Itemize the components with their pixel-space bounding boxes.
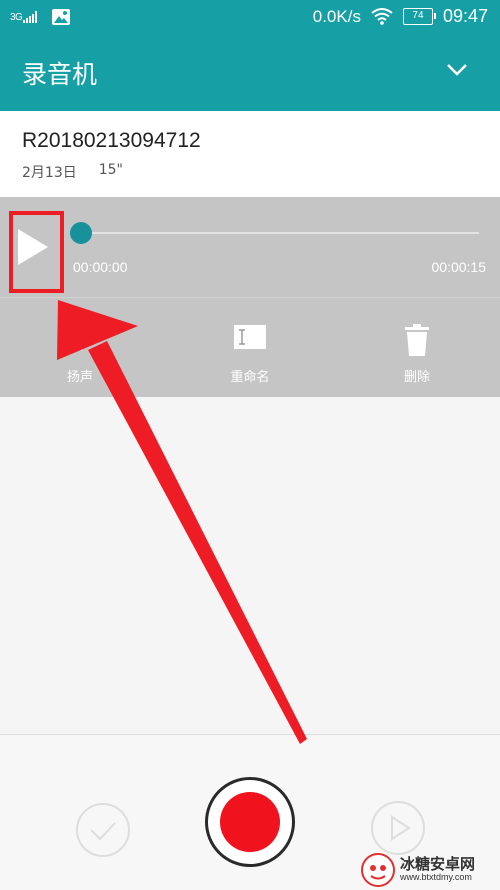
recording-duration: 15" (98, 162, 123, 178)
recording-item[interactable]: R20180213094712 2月13日 15" (0, 111, 500, 197)
signal-bars-icon (23, 11, 38, 23)
delete-label: 删除 (403, 370, 430, 385)
image-notification-icon (52, 9, 71, 25)
app-bar: 录音机 (0, 36, 500, 111)
seek-track[interactable] (84, 232, 479, 234)
trash-icon (405, 324, 429, 356)
record-icon (220, 792, 280, 852)
status-right: 0.0K/s 74 09:47 (313, 6, 488, 27)
status-left: 3G (10, 8, 71, 26)
total-time: 00:00:15 (431, 259, 487, 275)
current-time: 00:00:00 (73, 259, 128, 275)
play-outline-icon (391, 815, 411, 841)
chevron-down-icon[interactable] (446, 63, 468, 77)
network-speed: 0.0K/s (312, 6, 361, 26)
watermark-url: www.btxtdmy.com (400, 872, 472, 883)
watermark-name: 冰糖安卓网 (400, 855, 476, 874)
player-panel: 00:00:00 00:00:15 (0, 197, 500, 297)
recording-date: 2月13日 (22, 165, 77, 181)
delete-button[interactable]: 删除 (357, 298, 477, 398)
watermark-text: 冰糖安卓网 www.btxtdmy.com (400, 857, 475, 882)
play-recording-button[interactable] (371, 801, 425, 855)
confirm-button[interactable] (76, 803, 130, 857)
action-bar: 扬声 重命名 删除 (0, 297, 500, 397)
record-button[interactable] (205, 777, 295, 867)
rename-button[interactable]: 重命名 (190, 298, 310, 398)
status-bar: 3G 0.0K/s 74 09:47 (0, 0, 500, 36)
recordings-list-empty-area (0, 397, 500, 734)
wifi-icon (371, 8, 393, 25)
signal-icon: 3G (10, 11, 39, 23)
recording-name: R20180213094712 (22, 129, 201, 152)
app-title: 录音机 (22, 60, 98, 89)
check-icon (90, 822, 116, 841)
recording-meta: 2月13日 15" (22, 162, 123, 182)
speaker-icon (67, 327, 90, 351)
clock: 09:47 (442, 6, 488, 26)
rename-label: 重命名 (230, 370, 270, 385)
speaker-label: 扬声 (66, 370, 93, 385)
seek-handle[interactable] (70, 222, 92, 244)
network-type: 3G (10, 12, 23, 23)
watermark-logo-icon (361, 853, 395, 887)
rename-icon (234, 325, 266, 349)
annotation-highlight-box (9, 211, 64, 293)
battery-icon: 74 (402, 8, 436, 25)
speaker-button[interactable]: 扬声 (20, 298, 140, 398)
watermark: 冰糖安卓网 www.btxtdmy.com (360, 852, 500, 888)
